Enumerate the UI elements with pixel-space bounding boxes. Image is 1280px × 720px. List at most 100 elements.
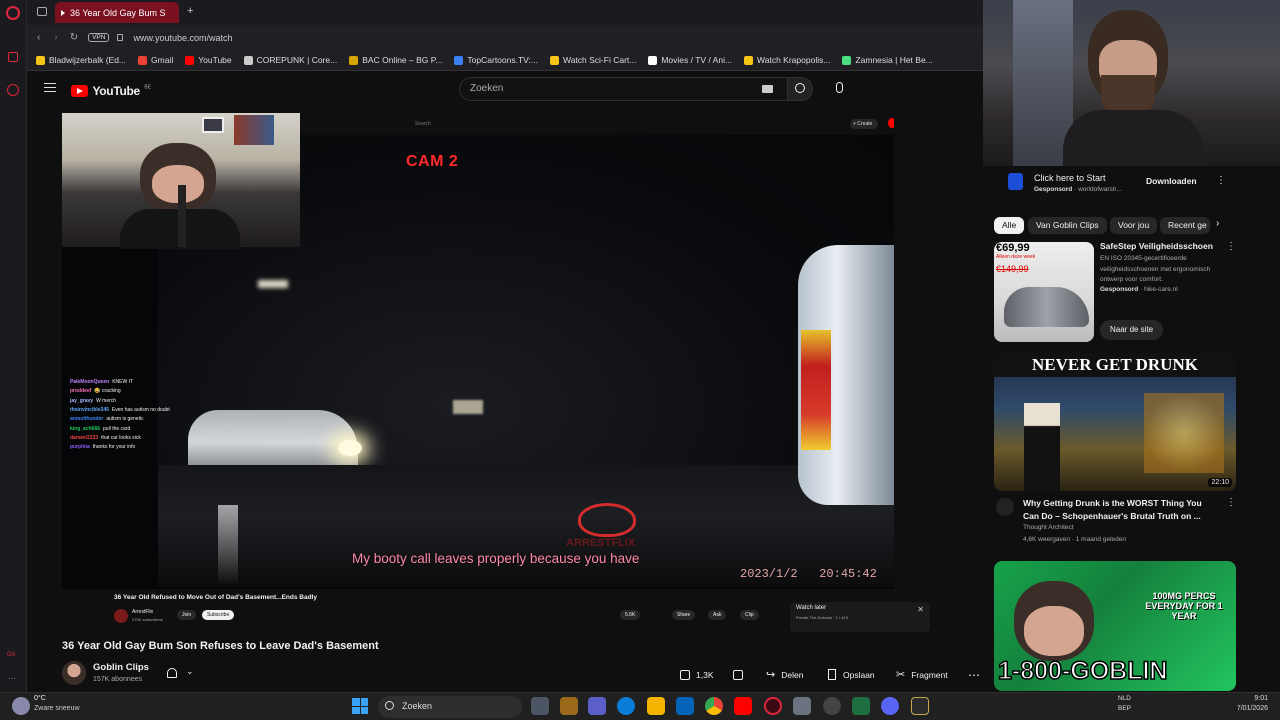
- second-streamer-shirt: [1063, 110, 1203, 166]
- more-actions-icon[interactable]: ⋯: [968, 666, 980, 683]
- keyboard-icon[interactable]: [762, 85, 773, 93]
- league-icon[interactable]: [911, 697, 929, 715]
- ad1-download-button[interactable]: Downloaden: [1146, 176, 1197, 186]
- hamburger-menu-icon[interactable]: [44, 83, 56, 92]
- bookmark-item[interactable]: Zamnesia | Het Be...: [842, 55, 933, 65]
- inner-channel-avatar: [114, 609, 128, 623]
- video2-thumbnail[interactable]: 100MG PERCS EVERYDAY FOR 1 YEAR 1-800-GO…: [994, 561, 1236, 691]
- channel-name[interactable]: Goblin Clips: [93, 662, 149, 673]
- bookmark-item[interactable]: Gmail: [138, 55, 173, 65]
- ad2-visit-button[interactable]: Naar de site: [1100, 320, 1164, 340]
- settings-icon[interactable]: [823, 697, 841, 715]
- filter-chip[interactable]: Voor jou: [1110, 217, 1158, 234]
- bookmark-item[interactable]: BAC Online – BG P...: [349, 55, 442, 65]
- subscriber-count: 157K abonnees: [93, 676, 143, 683]
- back-icon[interactable]: ‹: [37, 32, 40, 43]
- forward-icon[interactable]: ›: [54, 32, 57, 43]
- calculator-icon[interactable]: [793, 697, 811, 715]
- like-button[interactable]: 1,3K: [680, 666, 714, 683]
- ad2-menu-icon[interactable]: ⋮: [1226, 241, 1236, 252]
- weather-icon[interactable]: [12, 697, 30, 715]
- youtube-logo[interactable]: YouTube BE: [71, 82, 151, 100]
- filter-chip[interactable]: Van Goblin Clips: [1028, 217, 1107, 234]
- ad1-title[interactable]: Click here to Start: [1034, 173, 1106, 183]
- skeleton-figure: [1024, 403, 1060, 491]
- bookmark-item[interactable]: Watch Sci-Fi Cart...: [549, 55, 636, 65]
- share-button[interactable]: ↪ Delen: [766, 666, 803, 683]
- more-icon[interactable]: ···: [8, 674, 16, 683]
- ad1-domain: worldofwarsh...: [1078, 186, 1122, 193]
- microphone-icon[interactable]: [836, 82, 843, 93]
- filter-chip[interactable]: Alle: [994, 217, 1025, 234]
- search-input[interactable]: Zoeken: [459, 77, 789, 101]
- bell-icon[interactable]: [167, 668, 177, 678]
- history-icon[interactable]: [7, 84, 19, 96]
- video1-channel-avatar[interactable]: [996, 498, 1014, 516]
- inner-like-button: 5.6K: [620, 610, 641, 620]
- clock-time[interactable]: 9:01: [1230, 695, 1268, 702]
- video1-channel[interactable]: Thought Architect: [1023, 524, 1074, 531]
- youtube-play-icon: [71, 84, 88, 97]
- bookmark-item[interactable]: Bladwijzerbalk (Ed...: [36, 55, 126, 65]
- youtube-taskbar-icon[interactable]: [734, 697, 752, 715]
- chips-next-icon[interactable]: ›: [1216, 218, 1219, 229]
- ad2-thumbnail[interactable]: €69,99 Alleen deze week €149,99: [994, 242, 1094, 342]
- vpn-badge[interactable]: VPN: [88, 33, 110, 42]
- lang-code[interactable]: NLD: [1118, 695, 1131, 702]
- bookmark-label: BAC Online – BG P...: [362, 55, 443, 65]
- clip-button[interactable]: ✂ Fragment: [896, 666, 948, 683]
- inner-channel: ArrestFlix: [132, 609, 154, 615]
- clip-label: Fragment: [911, 669, 948, 680]
- save-button[interactable]: Opslaan: [828, 666, 875, 683]
- excel-icon[interactable]: [852, 697, 870, 715]
- video1-menu-icon[interactable]: ⋮: [1226, 497, 1236, 508]
- start-icon[interactable]: [352, 698, 368, 714]
- search-button[interactable]: [787, 77, 813, 101]
- bookmark-label: Watch Krapopolis...: [757, 55, 831, 65]
- channel-avatar[interactable]: [62, 661, 86, 685]
- discord-icon[interactable]: [881, 697, 899, 715]
- dislike-button[interactable]: [733, 666, 743, 683]
- url-field[interactable]: www.youtube.com/watch: [133, 33, 232, 43]
- clock-date[interactable]: 7/01/2026: [1226, 705, 1268, 712]
- opera-logo-icon[interactable]: [6, 6, 20, 20]
- taskbar-search[interactable]: Zoeken: [378, 696, 522, 718]
- keyboard-layout[interactable]: BEP: [1118, 705, 1131, 712]
- chevron-down-icon[interactable]: ⌄: [186, 666, 194, 677]
- filter-chip[interactable]: Recent ge: [1160, 217, 1210, 234]
- bookmark-label: Gmail: [151, 55, 174, 65]
- bookmark-item[interactable]: COREPUNK | Core...: [243, 55, 337, 65]
- weather-desc[interactable]: Zware sneeuw: [34, 705, 80, 712]
- tabs-menu-icon[interactable]: [37, 7, 47, 16]
- tab-active[interactable]: 36 Year Old Gay Bum S: [55, 2, 179, 23]
- bookmark-item[interactable]: Watch Krapopolis...: [744, 55, 830, 65]
- task-view-icon[interactable]: [531, 697, 549, 715]
- video1-thumb-text: NEVER GET DRUNK: [994, 353, 1236, 377]
- ad2-title[interactable]: SafeStep Veiligheidsschoen: [1100, 241, 1213, 251]
- extensions-icon[interactable]: [8, 52, 18, 62]
- ad1-menu-icon[interactable]: ⋮: [1216, 175, 1226, 186]
- reload-icon[interactable]: ↻: [70, 32, 78, 43]
- outlook-icon[interactable]: [676, 697, 694, 715]
- bookmark-item[interactable]: YouTube: [185, 55, 232, 65]
- opera-taskbar-icon[interactable]: [764, 697, 782, 715]
- file-explorer-icon[interactable]: [647, 697, 665, 715]
- bookmark-item[interactable]: TopCartoons.TV:...: [454, 55, 538, 65]
- weather-temp[interactable]: 0°C: [34, 695, 46, 702]
- teams-icon[interactable]: [588, 697, 606, 715]
- new-tab-button[interactable]: +: [187, 5, 193, 17]
- house-light: [453, 400, 483, 414]
- bookmark-item[interactable]: Movies / TV / Ani...: [648, 55, 732, 65]
- ad-logo[interactable]: [1008, 173, 1023, 190]
- bookmark-label: Bladwijzerbalk (Ed...: [49, 55, 127, 65]
- chrome-icon[interactable]: [705, 697, 723, 715]
- picture-frame: [202, 117, 224, 133]
- opera-sidebar: GX ···: [0, 0, 27, 692]
- video-player[interactable]: CAM 2 ARRESTFLIX My booty call leaves pr…: [62, 113, 894, 589]
- gx-icon[interactable]: GX: [7, 652, 16, 658]
- edge-icon[interactable]: [617, 697, 635, 715]
- widgets-icon[interactable]: [560, 697, 578, 715]
- streetlight: [258, 280, 288, 288]
- video1-thumbnail[interactable]: NEVER GET DRUNK 22:10: [994, 353, 1236, 491]
- video1-title[interactable]: Why Getting Drunk is the WORST Thing You…: [1023, 497, 1219, 522]
